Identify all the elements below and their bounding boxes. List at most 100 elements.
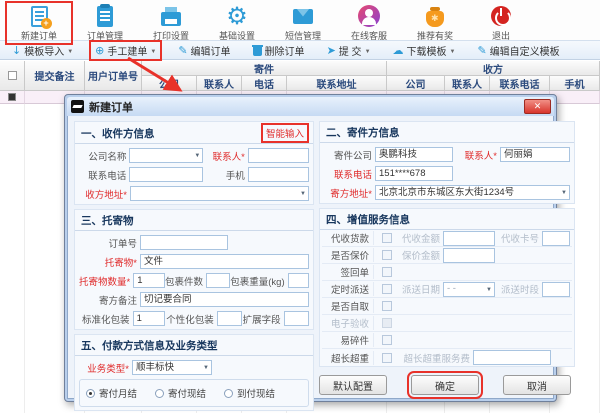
toolbar-sms-management[interactable]: 短信管理 (270, 2, 336, 44)
column-header[interactable]: 手机 (550, 76, 600, 91)
toolbar-new-order[interactable]: + 新建订单 (6, 2, 72, 44)
main-toolbar: + 新建订单 订单管理 打印设置 ⚙ 基础设置 短信管理 在线客服 推荐有奖 (0, 0, 600, 40)
recipient-contact-input[interactable] (248, 148, 309, 163)
cod-amount-input[interactable] (443, 231, 495, 246)
ext-field-input[interactable] (284, 311, 309, 326)
delivery-time-label: 派送时段 (495, 282, 539, 296)
column-header[interactable]: 联系电话 (490, 76, 550, 91)
toolbar-label: 基础设置 (219, 29, 255, 42)
column-header[interactable]: 公司 (142, 76, 197, 91)
radio-sender-cash[interactable]: 寄付现结 (155, 386, 206, 400)
column-header[interactable]: 用户订单号 (85, 61, 142, 91)
row-checkbox[interactable] (0, 91, 25, 104)
radio-monthly-settlement[interactable]: 寄付月结 (86, 386, 137, 400)
recipient-address-select[interactable] (130, 186, 309, 201)
selfpickup-checkbox[interactable] (382, 301, 392, 311)
service-label: 是否保价 (322, 248, 374, 262)
trash-icon (253, 45, 262, 56)
section-sender: 二、寄件方信息 寄件公司 奥鹏科技 联系人* 何丽娟 联系电话 151****6… (319, 121, 575, 204)
sender-contact-label: 联系人* (453, 148, 497, 162)
template-import-button[interactable]: ↓ 模板导入 (8, 42, 77, 59)
column-header[interactable]: 联系人 (197, 76, 242, 91)
dialog-button-row: 默认配置 确定 取消 (319, 375, 575, 395)
cod-card-input[interactable] (542, 231, 570, 246)
section-recipient: 一、收件方信息 智能输入 公司名称 联系人* 联系电话 (74, 121, 314, 205)
pkg-count-input[interactable] (206, 273, 230, 288)
smart-input-link[interactable]: 智能输入 (263, 125, 307, 141)
order-no-label: 订单号 (79, 236, 137, 250)
goods-input[interactable]: 文件 (140, 254, 309, 269)
toolbar-exit[interactable]: 退出 (468, 2, 534, 44)
oversize-fee-input[interactable] (473, 350, 551, 365)
column-header[interactable]: 公司 (387, 76, 445, 91)
toolbar-referral-reward[interactable]: 推荐有奖 (402, 2, 468, 44)
section-title: 五、付款方式信息及业务类型 (81, 338, 218, 353)
recipient-phone-label: 联系电话 (79, 168, 126, 182)
recipient-phone-input[interactable] (129, 167, 203, 182)
toolbar-label: 订单管理 (87, 29, 123, 42)
recipient-company-select[interactable] (129, 148, 203, 163)
chevron-down-icon (450, 45, 456, 56)
default-config-button[interactable]: 默认配置 (319, 375, 387, 395)
sender-company-input[interactable]: 奥鹏科技 (375, 147, 453, 162)
scheduled-checkbox[interactable] (382, 284, 392, 294)
column-header[interactable]: 联系人 (445, 76, 490, 91)
insurance-amount-input[interactable] (443, 248, 495, 263)
submit-button[interactable]: ➤ 提 交 (323, 42, 375, 59)
custom-pkg-input[interactable] (217, 311, 242, 326)
ok-button[interactable]: 确定 (411, 375, 479, 395)
std-pkg-input[interactable]: 1 (133, 311, 165, 326)
delivery-time-input[interactable] (542, 282, 570, 297)
sender-remark-input[interactable]: 切记要合同 (140, 292, 309, 307)
dialog-title: 新建订单 (89, 99, 133, 115)
receipt-checkbox[interactable] (382, 267, 392, 277)
toolbar-label: 打印设置 (153, 29, 189, 42)
column-header[interactable]: 联系地址 (287, 76, 387, 91)
column-header[interactable]: 提交备注 (25, 61, 85, 91)
insurance-checkbox[interactable] (382, 250, 392, 260)
app-window: + 新建订单 订单管理 打印设置 ⚙ 基础设置 短信管理 在线客服 推荐有奖 (0, 0, 600, 413)
cod-checkbox[interactable] (382, 233, 392, 243)
order-no-input[interactable] (140, 235, 228, 250)
button-label: 手工建单 (107, 43, 147, 58)
pkg-weight-label: 包裹重量(kg) (230, 274, 284, 288)
toolbar-basic-settings[interactable]: ⚙ 基础设置 (204, 2, 270, 44)
pencil-icon: ✎ (178, 45, 187, 56)
oversize-checkbox[interactable] (382, 353, 392, 363)
radio-receiver-cash[interactable]: 到付现结 (224, 386, 275, 400)
sender-phone-input[interactable]: 151****678 (375, 166, 453, 181)
sender-remark-label: 寄方备注 (79, 293, 137, 307)
cancel-button[interactable]: 取消 (503, 375, 571, 395)
goods-qty-input[interactable]: 1 (133, 273, 165, 288)
manual-order-button[interactable]: ⊕ 手工建单 (91, 42, 160, 59)
delete-order-button[interactable]: 删除订单 (249, 42, 309, 59)
recipient-mobile-label: 手机 (203, 168, 244, 182)
biz-type-select[interactable]: 顺丰标快 (132, 360, 212, 375)
goods-label: 托寄物* (79, 255, 137, 269)
radio-icon (224, 389, 233, 398)
toolbar-label: 短信管理 (285, 29, 321, 42)
download-template-button[interactable]: ☁ 下载模板 (389, 42, 460, 59)
recipient-mobile-input[interactable] (248, 167, 309, 182)
money-bag-icon (423, 4, 447, 28)
button-label: 模板导入 (24, 43, 64, 58)
toolbar-online-support[interactable]: 在线客服 (336, 2, 402, 44)
biz-type-label: 业务类型* (79, 361, 129, 375)
service-row-oversize: 超长超重 超长超重服务费 (322, 349, 572, 366)
section-title: 二、寄件方信息 (326, 125, 400, 140)
fragile-checkbox[interactable] (382, 335, 392, 345)
sender-contact-input[interactable]: 何丽娟 (500, 147, 570, 162)
pkg-weight-input[interactable] (288, 273, 309, 288)
select-all-checkbox[interactable] (0, 61, 25, 91)
clipboard-icon (93, 4, 117, 28)
close-icon[interactable] (524, 99, 551, 114)
toolbar-order-management[interactable]: 订单管理 (72, 2, 138, 44)
toolbar-print-settings[interactable]: 打印设置 (138, 2, 204, 44)
delivery-date-select[interactable]: - - (443, 282, 495, 297)
service-label: 超长超重 (322, 351, 374, 365)
column-header[interactable]: 电话 (242, 76, 287, 91)
sender-address-select[interactable]: 北京北京市东城区东大街1234号 (375, 185, 570, 200)
dialog-titlebar[interactable]: 新建订单 (67, 97, 554, 116)
edit-custom-template-button[interactable]: ✎ 编辑自定义模板 (473, 42, 563, 59)
edit-order-button[interactable]: ✎ 编辑订单 (174, 42, 234, 59)
